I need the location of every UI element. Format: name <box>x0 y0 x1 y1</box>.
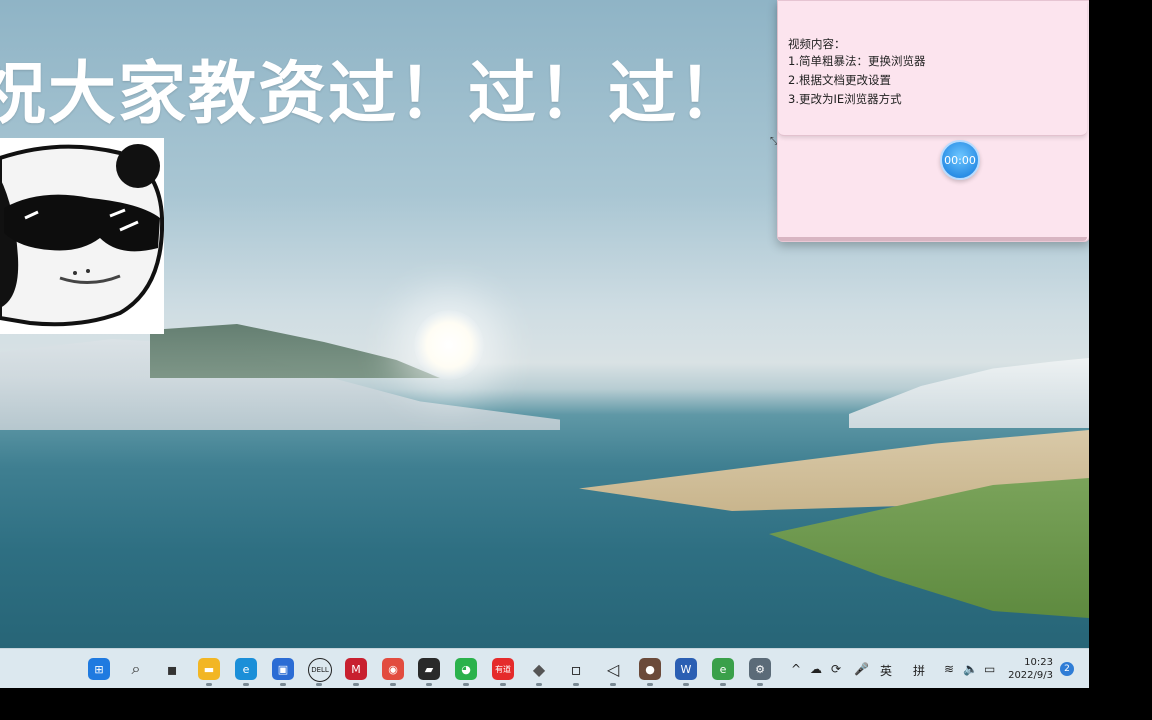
running-indicator <box>720 683 726 686</box>
popup-line-2: 2.根据文档更改设置 <box>788 73 891 87</box>
running-indicator <box>463 683 469 686</box>
overlay-title: 祝大家教资过！过！过！ <box>0 55 749 134</box>
running-indicator <box>610 683 616 686</box>
popup-content-panel: 视频内容： 1.简单粗暴法：更换浏览器 2.根据文档更改设置 3.更改为IE浏览… <box>778 1 1087 136</box>
avatar-app-icon[interactable]: ● <box>639 658 661 680</box>
dell-icon[interactable]: DELL <box>308 658 332 682</box>
notepad-app-icon[interactable]: ▫ <box>565 658 587 680</box>
wechat-icon[interactable]: ◕ <box>455 658 477 680</box>
popup-line-1: 1.简单粗暴法：更换浏览器 <box>788 54 926 68</box>
running-indicator <box>353 683 359 686</box>
edge-icon[interactable]: e <box>235 658 257 680</box>
mcafee-icon[interactable]: M <box>345 658 367 680</box>
ime-language-indicator[interactable]: 英 <box>880 662 892 679</box>
wallpaper-sun <box>414 310 484 380</box>
tray-chevron-icon[interactable]: ^ <box>791 662 801 676</box>
running-indicator <box>647 683 653 686</box>
youdao-icon[interactable]: 有道 <box>492 658 514 680</box>
taskbar-clock[interactable]: 10:23 2022/9/3 <box>1008 656 1053 682</box>
popup-header: 视频内容： <box>788 37 846 51</box>
running-indicator <box>316 683 322 686</box>
recording-timer-button[interactable]: 00:00 <box>940 140 980 180</box>
clock-time: 10:23 <box>1024 657 1053 668</box>
taskbar: ⊞ ⌕ ▪ ▬ e ▣ DELL M ◉ ▰ ◕ 有道 ◆ ▫ ◁ ● We ⚙ ^ ☁ ⟳ 🎤 英 拼 ≋ 🔈 … <box>0 648 1089 688</box>
running-indicator <box>536 683 542 686</box>
popup-bottom-edge <box>778 237 1087 241</box>
wifi-icon[interactable]: ≋ <box>944 662 954 676</box>
panda-sticker-image <box>0 138 164 334</box>
running-indicator <box>683 683 689 686</box>
battery-icon[interactable]: ▭ <box>984 662 995 676</box>
running-indicator <box>390 683 396 686</box>
start-icon[interactable]: ⊞ <box>88 658 110 680</box>
settings-icon[interactable]: ⚙ <box>749 658 771 680</box>
running-indicator <box>280 683 286 686</box>
running-indicator <box>757 683 763 686</box>
ie-icon[interactable]: e <box>712 658 734 680</box>
3d-viewer-icon[interactable]: ◆ <box>528 658 550 680</box>
task-view-icon[interactable]: ▪ <box>161 658 183 680</box>
clock-date: 2022/9/3 <box>1008 670 1053 681</box>
popup-line-3: 3.更改为IE浏览器方式 <box>788 92 902 106</box>
visual-studio-icon[interactable]: ◁ <box>602 658 624 680</box>
running-indicator <box>206 683 212 686</box>
video-notes-popup: 视频内容： 1.简单粗暴法：更换浏览器 2.根据文档更改设置 3.更改为IE浏览… <box>777 0 1089 242</box>
search-icon[interactable]: ⌕ <box>125 658 147 680</box>
file-explorer-icon[interactable]: ▬ <box>198 658 220 680</box>
running-indicator <box>243 683 249 686</box>
word-icon[interactable]: W <box>675 658 697 680</box>
wallpaper-forest <box>150 324 440 378</box>
wallpaper-right-hill <box>849 358 1089 428</box>
volume-icon[interactable]: 🔈 <box>963 662 978 676</box>
panda-sunglasses-icon <box>0 138 164 334</box>
store-icon[interactable]: ▣ <box>272 658 294 680</box>
notification-badge[interactable]: 2 <box>1060 662 1074 676</box>
chrome-icon[interactable]: ◉ <box>382 658 404 680</box>
onedrive-cloud-icon[interactable]: ☁ <box>810 662 822 676</box>
desktop-screen: 祝大家教资过！过！过！ ⤡ 视频内容： 1.简单粗暴法：更换浏览器 2.根据文档… <box>0 0 1089 688</box>
running-indicator <box>500 683 506 686</box>
running-indicator <box>426 683 432 686</box>
sync-icon[interactable]: ⟳ <box>831 662 841 676</box>
running-indicator <box>573 683 579 686</box>
sticky-notes-icon[interactable]: ▰ <box>418 658 440 680</box>
ime-mode-indicator[interactable]: 拼 <box>913 662 925 679</box>
microphone-icon[interactable]: 🎤 <box>854 662 869 676</box>
